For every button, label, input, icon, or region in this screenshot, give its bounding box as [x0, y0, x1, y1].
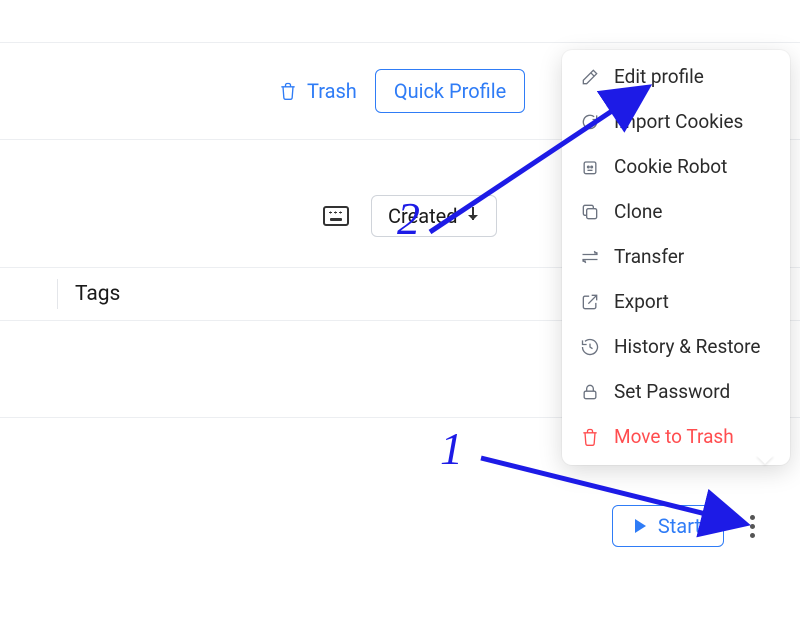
annotation-step-2: 2	[397, 192, 420, 245]
more-actions-button[interactable]	[736, 507, 768, 545]
start-label: Start	[658, 514, 701, 538]
profile-actions: Start	[612, 505, 768, 547]
menu-item-label: Set Password	[614, 380, 730, 403]
menu-item-label: Clone	[614, 200, 662, 223]
menu-item-history-restore[interactable]: History & Restore	[562, 324, 790, 369]
trash-icon	[580, 427, 600, 447]
menu-item-cookie-robot[interactable]: Cookie Robot	[562, 144, 790, 189]
history-icon	[580, 337, 600, 357]
column-header-tags[interactable]: Tags	[75, 282, 120, 306]
menu-item-label: Transfer	[614, 245, 684, 268]
pencil-icon	[580, 67, 600, 87]
menu-item-transfer[interactable]: Transfer	[562, 234, 790, 279]
start-button[interactable]: Start	[612, 505, 724, 547]
menu-item-label: History & Restore	[614, 335, 760, 358]
menu-item-label: Cookie Robot	[614, 155, 727, 178]
menu-item-label: Export	[614, 290, 669, 313]
quick-profile-button[interactable]: Quick Profile	[375, 69, 525, 113]
export-icon	[580, 292, 600, 312]
context-menu: Edit profile Import Cookies Cookie Robot…	[562, 50, 790, 465]
menu-item-set-password[interactable]: Set Password	[562, 369, 790, 414]
play-icon	[635, 519, 646, 533]
column-separator	[57, 279, 58, 309]
menu-item-export[interactable]: Export	[562, 279, 790, 324]
transfer-icon	[580, 247, 600, 267]
lock-icon	[580, 382, 600, 402]
trash-button[interactable]: Trash	[278, 79, 357, 103]
menu-item-import-cookies[interactable]: Import Cookies	[562, 99, 790, 144]
menu-item-label: Import Cookies	[614, 110, 743, 133]
menu-item-edit-profile[interactable]: Edit profile	[562, 54, 790, 99]
trash-icon	[278, 81, 298, 101]
quick-profile-label: Quick Profile	[394, 79, 506, 103]
menu-item-label: Move to Trash	[614, 425, 734, 448]
annotation-step-1: 1	[440, 422, 463, 475]
arrow-down-icon	[466, 207, 480, 225]
sort-button[interactable]: Created	[371, 195, 497, 237]
menu-item-clone[interactable]: Clone	[562, 189, 790, 234]
copy-icon	[580, 202, 600, 222]
robot-icon	[580, 157, 600, 177]
keyboard-icon[interactable]	[323, 206, 349, 226]
menu-item-label: Edit profile	[614, 65, 704, 88]
refresh-icon	[580, 112, 600, 132]
trash-label: Trash	[307, 79, 357, 103]
menu-item-move-to-trash[interactable]: Move to Trash	[562, 414, 790, 459]
